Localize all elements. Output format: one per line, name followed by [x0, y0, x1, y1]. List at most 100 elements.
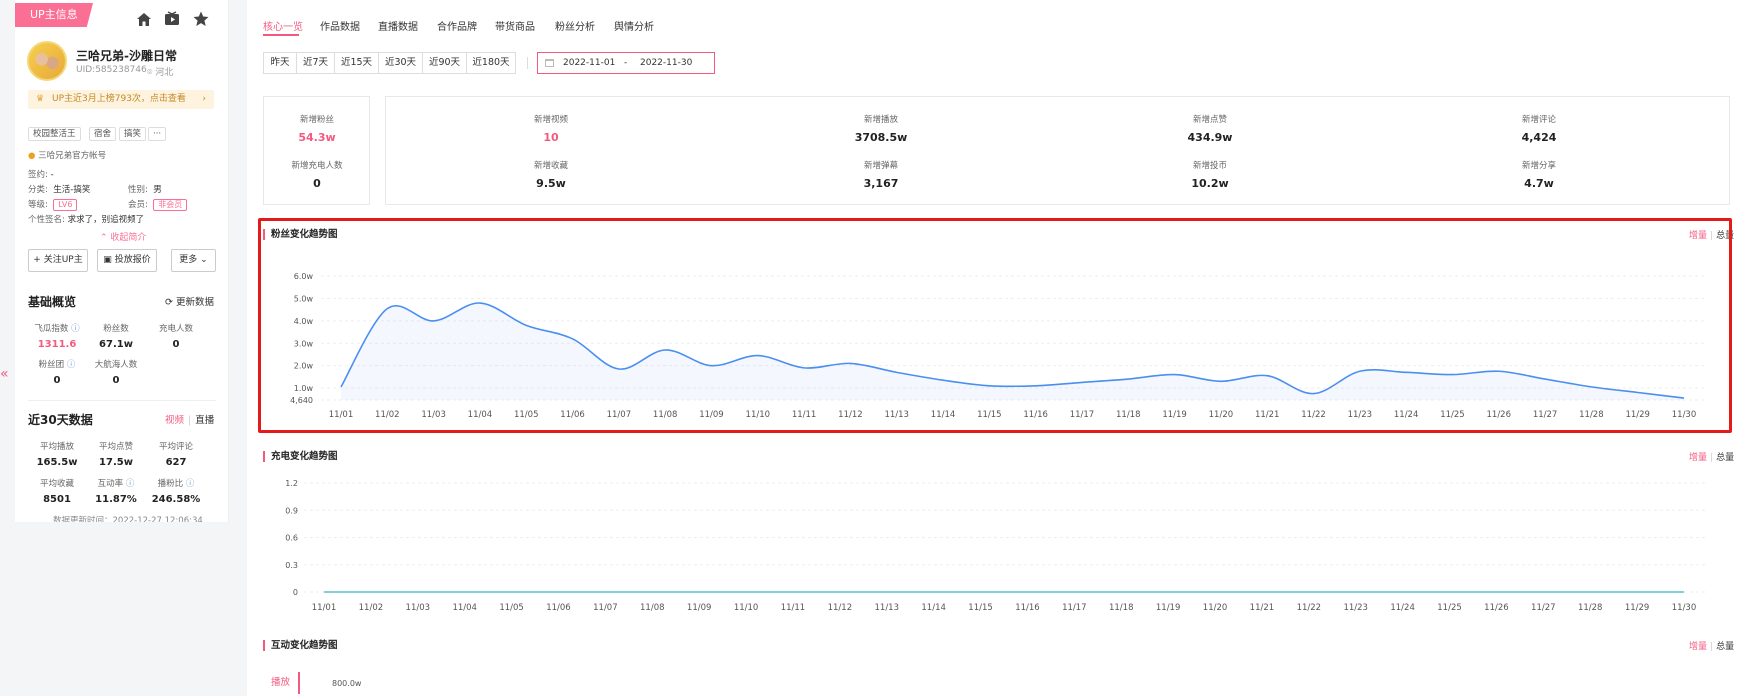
plus-icon: + [33, 255, 41, 265]
date-start: 2022-11-01 [563, 58, 616, 68]
metric-value: 0 [313, 177, 321, 190]
x-tick-label: 11/06 [560, 410, 585, 420]
toggle-total[interactable]: 总量 [1716, 642, 1734, 652]
stat-label: 互动率 [97, 479, 124, 489]
more-label: 更多 [179, 255, 198, 265]
x-tick-label: 11/06 [546, 603, 571, 613]
x-tick-label: 11/12 [828, 603, 853, 613]
stat-value: 0 [53, 375, 61, 386]
star-icon[interactable] [192, 10, 210, 28]
level-label: 等级: [28, 200, 48, 210]
refresh-label: 更新数据 [176, 297, 215, 308]
y-tick-label: 4.0w [294, 317, 314, 326]
level-row: 等级: LV6 [28, 198, 78, 211]
range-30d[interactable]: 近30天 [378, 52, 423, 74]
metric-label: 新增视频 [533, 115, 568, 125]
gender-value: 男 [153, 185, 162, 195]
up-location-text: 河北 [155, 68, 174, 78]
interaction-side-tab-play[interactable]: 播放 [271, 672, 301, 694]
expand-sidebar-icon[interactable]: « [0, 366, 9, 382]
metric-new-views: 新增播放 3708.5w [831, 113, 931, 144]
category-value: 生活-搞笑 [53, 185, 91, 195]
tag-more[interactable]: ··· [148, 127, 167, 141]
x-tick-label: 11/15 [968, 603, 993, 613]
overview-stat-charge: 充电人数 0 [146, 322, 206, 350]
sign-value: - [50, 170, 54, 180]
metric-value: 10.2w [1191, 177, 1229, 190]
y-tick-label: 1.2 [285, 479, 298, 488]
stat-value: 246.58% [151, 494, 201, 505]
overview-stat-index: 飞瓜指数 ⓘ 1311.6 [27, 322, 87, 350]
x-tick-label: 11/27 [1533, 410, 1558, 420]
range-yesterday[interactable]: 昨天 [263, 52, 297, 74]
stat-value: 11.87% [95, 494, 137, 505]
recent-tabs: 视频 | 直播 [165, 415, 215, 426]
fans-trend-chart: 4,640 1.0w 2.0w 3.0w 4.0w 5.0w 6.0w 11/01 11/02 1… [290, 272, 1706, 420]
y-tick-label: 0 [293, 588, 298, 597]
collapse-intro-link[interactable]: ⌃ 收起简介 [100, 230, 146, 243]
more-button[interactable]: 更多 ⌄ [171, 249, 216, 272]
help-icon[interactable]: ⓘ [67, 360, 76, 370]
rank-banner[interactable]: ♛ UP主近3月上榜793次，点击查看 › [28, 90, 214, 109]
stat-value: 627 [165, 457, 187, 468]
metric-new-charge: 新增充电人数 0 [267, 159, 367, 190]
stat-label: 平均评论 [158, 442, 193, 452]
home-icon[interactable] [135, 10, 153, 28]
help-icon[interactable]: ⓘ [186, 479, 195, 489]
x-tick-label: 11/26 [1484, 603, 1509, 613]
x-tick-label: 11/21 [1250, 603, 1275, 613]
x-tick-label: 11/14 [931, 410, 956, 420]
metric-value: 4,424 [1521, 131, 1557, 144]
range-15d[interactable]: 近15天 [334, 52, 379, 74]
metric-new-fans: 新增粉丝 54.3w [267, 113, 367, 144]
official-text: 三哈兄弟官方帐号 [38, 151, 107, 161]
metric-label: 新增播放 [863, 115, 898, 125]
x-tick-label: 11/16 [1023, 410, 1048, 420]
range-90d[interactable]: 近90天 [422, 52, 467, 74]
video-icon[interactable] [163, 10, 181, 28]
help-icon[interactable]: ⓘ [71, 324, 80, 334]
toggle-total[interactable]: 总量 [1716, 231, 1734, 241]
divider [527, 57, 528, 69]
range-180d[interactable]: 近180天 [466, 52, 516, 74]
x-tick-label: 11/02 [375, 410, 400, 420]
x-tick-label: 11/23 [1348, 410, 1373, 420]
overview-stat-guard: 大航海人数 0 [86, 358, 146, 386]
y-tick-label: 0.6 [285, 534, 298, 543]
tab-products[interactable]: 带货商品 [495, 18, 535, 33]
help-icon[interactable]: ⓘ [126, 479, 135, 489]
tab-core-overview[interactable]: 核心一览 [263, 18, 303, 33]
recent-tab-live[interactable]: 直播 [195, 415, 214, 426]
x-tick-label: 11/18 [1109, 603, 1134, 613]
stat-label: 粉丝团 [38, 360, 65, 370]
calendar-icon [545, 59, 554, 67]
toggle-increment[interactable]: 增量 [1689, 453, 1707, 463]
metric-value: 3,167 [863, 177, 899, 190]
tab-works-data[interactable]: 作品数据 [320, 18, 360, 33]
toggle-increment[interactable]: 增量 [1689, 642, 1707, 652]
report-price-button[interactable]: ▣ 投放报价 [97, 249, 157, 272]
follow-up-button[interactable]: + 关注UP主 [28, 249, 88, 272]
range-7d[interactable]: 近7天 [296, 52, 335, 74]
date-range-picker[interactable]: 2022-11-01 - 2022-11-30 [537, 52, 715, 74]
metric-value: 54.3w [298, 131, 336, 144]
crown-icon: ♛ [36, 94, 45, 104]
tab-brands[interactable]: 合作品牌 [437, 18, 477, 33]
divider [28, 400, 216, 401]
category-row: 分类: 生活-搞笑 [28, 183, 90, 195]
tab-fans-analysis[interactable]: 粉丝分析 [555, 18, 595, 33]
up-info-tag: UP主信息 [15, 3, 93, 27]
x-tick-label: 11/10 [746, 410, 771, 420]
refresh-data-link[interactable]: ⟳ 更新数据 [165, 294, 214, 308]
update-time: 数据更新时间：2022-12-27 12:06:34 [53, 516, 203, 522]
tab-live-data[interactable]: 直播数据 [378, 18, 418, 33]
tab-sentiment[interactable]: 舆情分析 [614, 18, 654, 33]
recent-tab-video[interactable]: 视频 [165, 415, 184, 426]
toggle-increment[interactable]: 增量 [1689, 231, 1707, 241]
toggle-total[interactable]: 总量 [1716, 453, 1734, 463]
stat-value: 1311.6 [37, 339, 77, 350]
recent-stat-favorites: 平均收藏 8501 [27, 477, 87, 505]
metric-value: 9.5w [536, 177, 566, 190]
member-badge: 非会员 [153, 199, 188, 211]
chevron-down-icon: ⌄ [200, 255, 208, 265]
